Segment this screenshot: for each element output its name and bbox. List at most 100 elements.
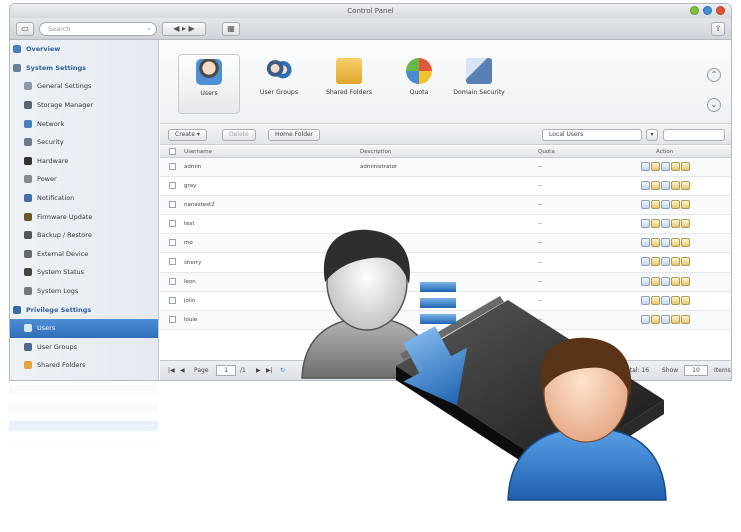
permission-icon[interactable]: [671, 200, 680, 210]
folder-permission-icon[interactable]: [681, 181, 690, 191]
home-folder-button[interactable]: Home Folder: [268, 129, 321, 141]
row-checkbox[interactable]: [169, 315, 176, 323]
edit-icon[interactable]: [651, 162, 660, 171]
share-button[interactable]: ⇧: [711, 22, 725, 36]
refresh-icon[interactable]: ↻: [280, 367, 285, 374]
show-select[interactable]: 10: [684, 365, 708, 376]
table-row[interactable]: nanastest2 --: [160, 196, 731, 216]
edit-profile-icon[interactable]: [641, 257, 650, 267]
sidebar-item[interactable]: System Logs: [10, 282, 158, 301]
header-username[interactable]: Username: [184, 146, 212, 157]
edit-group-icon[interactable]: [661, 276, 670, 286]
row-checkbox[interactable]: [169, 296, 176, 304]
sidebar-item[interactable]: Storage Manager: [10, 96, 158, 115]
permission-icon[interactable]: [671, 276, 680, 286]
row-checkbox[interactable]: [169, 258, 176, 266]
edit-group-icon[interactable]: [661, 181, 670, 191]
table-row[interactable]: leon --: [160, 272, 731, 292]
sidebar-item[interactable]: Backup / Restore: [10, 226, 158, 245]
edit-group-icon[interactable]: [661, 200, 670, 210]
grid-view-button[interactable]: ▦: [222, 22, 240, 36]
edit-profile-icon[interactable]: [641, 295, 650, 305]
permission-icon[interactable]: [671, 181, 680, 191]
edit-profile-icon[interactable]: [641, 162, 650, 171]
first-page-icon[interactable]: |◀: [168, 367, 175, 374]
edit-profile-icon[interactable]: [641, 314, 650, 324]
folder-permission-icon[interactable]: [681, 314, 690, 324]
quota-tile[interactable]: Quota: [388, 58, 450, 97]
header-description[interactable]: Description: [360, 146, 391, 157]
table-row[interactable]: sherry --: [160, 253, 731, 273]
permission-icon[interactable]: [671, 257, 680, 267]
folder-permission-icon[interactable]: [681, 238, 690, 248]
edit-icon[interactable]: [651, 276, 660, 286]
edit-icon[interactable]: [651, 295, 660, 305]
edit-group-icon[interactable]: [661, 219, 670, 229]
permission-icon[interactable]: [671, 162, 680, 171]
permission-icon[interactable]: [671, 238, 680, 248]
row-checkbox[interactable]: [169, 239, 176, 247]
table-row[interactable]: gray --: [160, 177, 731, 197]
edit-icon[interactable]: [651, 181, 660, 191]
sidebar-item[interactable]: General Settings: [10, 77, 158, 96]
folder-permission-icon[interactable]: [681, 200, 690, 210]
sidebar-toggle-button[interactable]: ▭: [16, 22, 34, 36]
table-row[interactable]: jolin --: [160, 292, 731, 311]
close-icon[interactable]: [716, 6, 725, 15]
permission-icon[interactable]: [671, 295, 680, 305]
edit-icon[interactable]: [651, 219, 660, 229]
edit-profile-icon[interactable]: [641, 200, 650, 210]
edit-icon[interactable]: [651, 257, 660, 267]
edit-group-icon[interactable]: [661, 257, 670, 267]
sidebar-item[interactable]: Firmware Update: [10, 207, 158, 226]
edit-profile-icon[interactable]: [641, 238, 650, 248]
edit-profile-icon[interactable]: [641, 276, 650, 286]
sidebar-item[interactable]: System Status: [10, 263, 158, 282]
sidebar-item[interactable]: Shared Folders: [10, 356, 158, 375]
header-quota[interactable]: Quota: [538, 146, 555, 157]
folder-permission-icon[interactable]: [681, 162, 690, 171]
shared-folders-tile[interactable]: Shared Folders: [318, 58, 380, 97]
next-page-icon[interactable]: ▶: [256, 367, 261, 374]
row-checkbox[interactable]: [169, 163, 176, 170]
edit-profile-icon[interactable]: [641, 219, 650, 229]
sidebar-item[interactable]: Security: [10, 133, 158, 152]
edit-group-icon[interactable]: [661, 314, 670, 324]
user-groups-tile[interactable]: User Groups: [248, 58, 310, 97]
edit-group-icon[interactable]: [661, 295, 670, 305]
last-page-icon[interactable]: ▶|: [266, 367, 273, 374]
table-row[interactable]: louie --: [160, 310, 731, 330]
edit-icon[interactable]: [651, 238, 660, 248]
folder-permission-icon[interactable]: [681, 257, 690, 267]
folder-permission-icon[interactable]: [681, 295, 690, 305]
select-all-checkbox[interactable]: [169, 148, 176, 155]
chevron-down-icon[interactable]: ⌄: [707, 98, 721, 112]
permission-icon[interactable]: [671, 314, 680, 324]
filter-dropdown-icon[interactable]: ▾: [646, 129, 658, 141]
edit-profile-icon[interactable]: [641, 181, 650, 191]
sidebar-item[interactable]: Network: [10, 114, 158, 133]
row-checkbox[interactable]: [169, 277, 176, 285]
row-checkbox[interactable]: [169, 220, 176, 228]
edit-group-icon[interactable]: [661, 238, 670, 248]
minimize-icon[interactable]: [703, 6, 712, 15]
sidebar-item[interactable]: User Groups: [10, 338, 158, 357]
row-checkbox[interactable]: [169, 182, 176, 190]
permission-icon[interactable]: [671, 219, 680, 229]
search-input[interactable]: Search ⌕: [39, 22, 157, 36]
table-row[interactable]: test --: [160, 215, 731, 235]
table-row[interactable]: mo --: [160, 234, 731, 254]
sidebar-item[interactable]: Overview: [10, 40, 158, 59]
delete-button[interactable]: Delete: [222, 129, 256, 141]
edit-icon[interactable]: [651, 314, 660, 324]
edit-group-icon[interactable]: [661, 162, 670, 171]
domain-security-tile[interactable]: Domain Security: [448, 58, 510, 97]
folder-permission-icon[interactable]: [681, 219, 690, 229]
sidebar-item[interactable]: Privilege Settings: [10, 300, 158, 319]
chevron-up-icon[interactable]: ⌃: [707, 68, 721, 82]
grid-search-input[interactable]: [663, 129, 725, 141]
create-button[interactable]: Create ▾: [168, 129, 207, 141]
back-forward-buttons[interactable]: ◀ ▸ ▶: [162, 22, 206, 36]
sidebar-item[interactable]: External Device: [10, 245, 158, 264]
row-checkbox[interactable]: [169, 201, 176, 209]
